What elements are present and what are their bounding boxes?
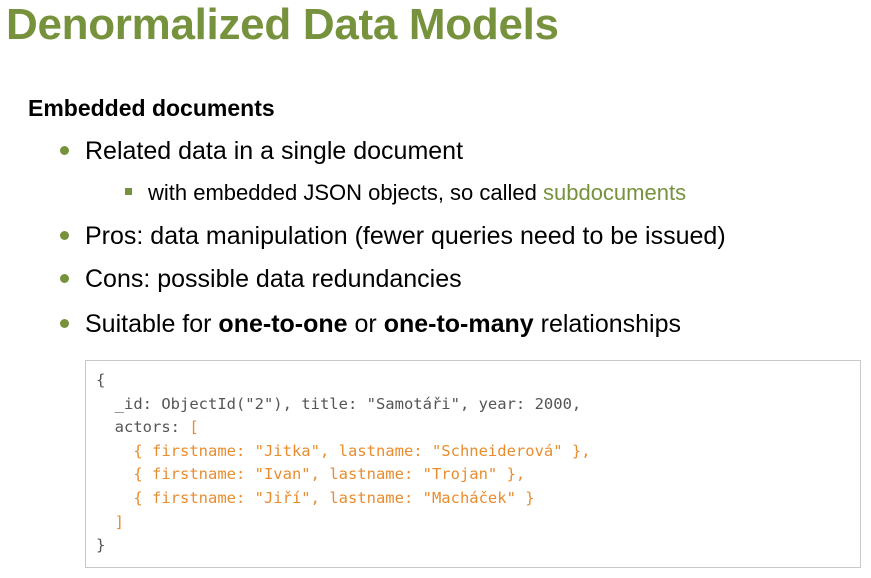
sub-bullet-subdocuments: with embedded JSON objects, so called su… <box>125 180 686 206</box>
bullet-dot-icon <box>60 318 69 328</box>
subdocuments-highlight: subdocuments <box>542 180 687 205</box>
bullet-text-part1: Suitable for <box>85 310 219 338</box>
code-actors-close: ] <box>96 512 124 531</box>
bold-one-to-many: one-to-many <box>383 310 534 338</box>
section-heading: Embedded documents <box>28 95 275 121</box>
code-actors-key: actors: <box>96 418 190 437</box>
code-actors-open: [ <box>189 418 199 437</box>
square-bullet-icon <box>125 187 132 195</box>
bold-one-to-one: one-to-one <box>218 310 348 338</box>
bullet-suitable: Suitable for one-to-one or one-to-many r… <box>60 310 681 339</box>
code-open-brace: { <box>96 371 106 389</box>
code-close-brace: } <box>96 536 106 555</box>
sub-bullet-text: with embedded JSON objects, so called <box>148 180 543 205</box>
bullet-dot-icon <box>60 273 69 283</box>
bullet-text-part2: or <box>347 310 384 338</box>
bullet-dot-icon <box>60 145 69 155</box>
bullet-related-data: Related data in a single document <box>60 137 463 166</box>
bullet-text: Cons: possible data redundancies <box>85 265 462 293</box>
code-line-id: _id: ObjectId("2"), title: "Samotáři", y… <box>96 394 582 413</box>
code-example: { _id: ObjectId("2"), title: "Samotáři",… <box>96 369 591 558</box>
bullet-text: Related data in a single document <box>85 137 464 165</box>
code-actor-1: { firstname: "Jitka", lastname: "Schneid… <box>96 441 591 460</box>
bullet-text: Pros: data manipulation (fewer queries n… <box>85 222 726 250</box>
code-actor-2: { firstname: "Ivan", lastname: "Trojan" … <box>96 465 526 484</box>
bullet-pros: Pros: data manipulation (fewer queries n… <box>60 222 726 251</box>
slide-title: Denormalized Data Models <box>6 0 559 49</box>
bullet-cons: Cons: possible data redundancies <box>60 265 462 294</box>
code-actor-3: { firstname: "Jiří", lastname: "Macháček… <box>96 488 535 507</box>
bullet-text-part3: relationships <box>533 310 681 338</box>
bullet-dot-icon <box>60 230 69 240</box>
